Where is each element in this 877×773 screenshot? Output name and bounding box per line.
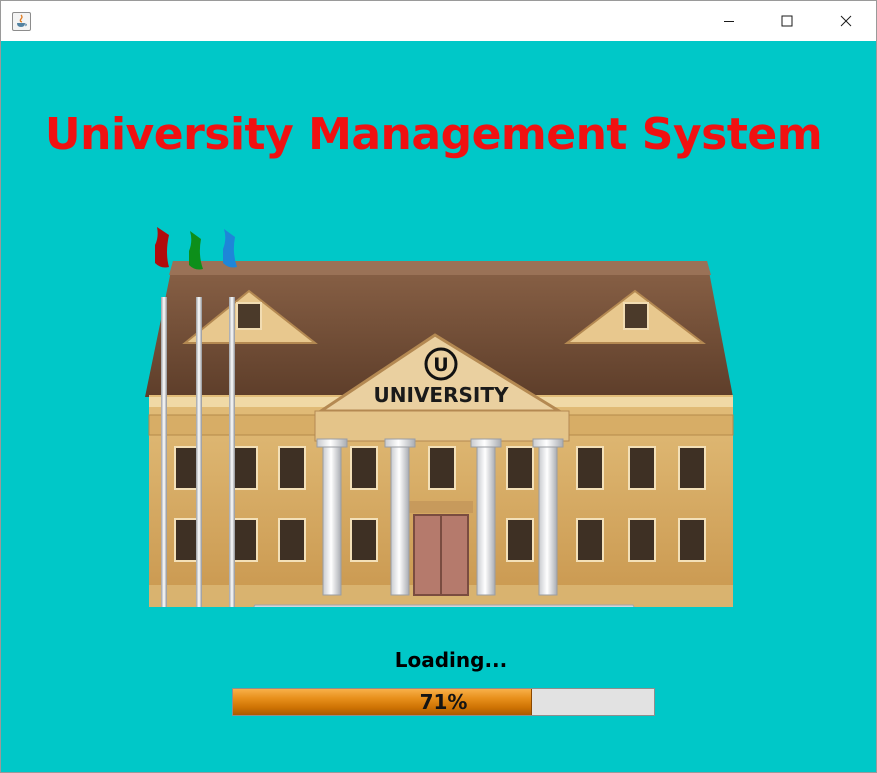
java-cup-icon[interactable] (12, 12, 31, 31)
app-window: University Management System U UNIVERSIT… (0, 0, 877, 773)
progress-text: 71% (419, 690, 468, 714)
minimize-button[interactable] (700, 1, 758, 41)
loading-label: Loading... (394, 648, 508, 672)
close-button[interactable] (817, 1, 875, 41)
maximize-button[interactable] (758, 1, 816, 41)
building-sign-text: UNIVERSITY (374, 383, 509, 407)
page-title: University Management System (44, 109, 823, 160)
minimize-icon (724, 21, 734, 22)
loading-progress-bar: 71% (232, 688, 655, 716)
splash-content: University Management System U UNIVERSIT… (1, 41, 876, 772)
maximize-icon (781, 15, 793, 27)
university-building-image: U UNIVERSITY (145, 227, 734, 607)
building-emblem-text: U (433, 354, 448, 376)
close-icon (840, 15, 852, 27)
title-bar[interactable] (1, 1, 876, 41)
